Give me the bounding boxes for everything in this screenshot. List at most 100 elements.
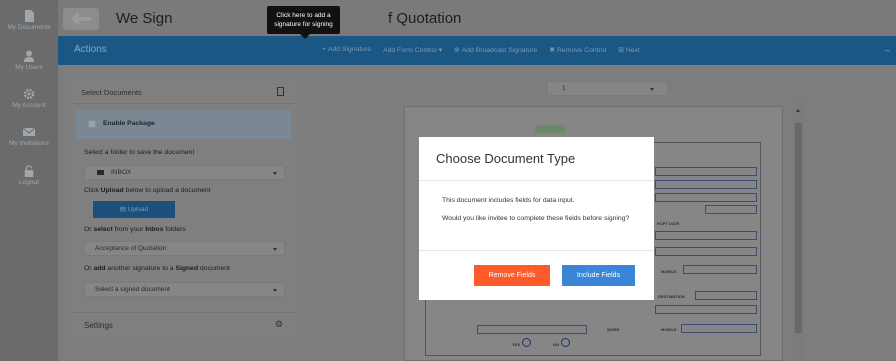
top-bar: We Sign Af Quotation: [58, 0, 896, 36]
action-label: Add Form Control ▾: [383, 47, 443, 54]
mobile2-field[interactable]: [681, 324, 757, 333]
nav-label: My Invitations: [9, 140, 49, 147]
mobile2-label: MOBILE: [661, 327, 677, 332]
next-button[interactable]: ⊞ Next: [618, 46, 640, 54]
include-fields-button[interactable]: Include Fields: [562, 265, 635, 286]
broadcast-icon: ⊕: [454, 47, 460, 54]
actions-title: Actions: [74, 44, 107, 55]
document-icon: [277, 87, 284, 96]
signed-document-placeholder: Select a signed document: [95, 286, 170, 293]
add-signature-tooltip: Click here to add a signature for signin…: [267, 6, 340, 39]
nav-item-my-users[interactable]: My Users: [0, 50, 58, 71]
envelope-icon: [23, 127, 35, 136]
document-icon: [25, 10, 34, 22]
remove-control-button[interactable]: ✖ Remove Control: [549, 46, 606, 54]
gear-icon: [23, 88, 35, 100]
document-title-suffix: f Quotation: [388, 10, 462, 27]
action-label: Add Broadcast Signature: [461, 47, 538, 54]
document-scrollbar[interactable]: [793, 101, 804, 361]
lock-icon: [24, 165, 34, 177]
folder-select[interactable]: INBOX: [84, 165, 285, 180]
form-field[interactable]: [655, 193, 757, 202]
nav-item-my-account[interactable]: My Account: [0, 88, 58, 109]
collapse-button[interactable]: –: [885, 45, 890, 55]
add-form-control-button[interactable]: Add Form Control ▾: [383, 46, 442, 54]
app-title: We Sign: [116, 10, 173, 27]
select-inbox-prompt: Or select from your Inbox folders: [84, 226, 186, 233]
panel-header[interactable]: Select Documents: [70, 79, 296, 104]
nav-label: My Documents: [7, 24, 51, 31]
yes-label: YES: [512, 342, 521, 347]
scrollbar-thumb[interactable]: [795, 123, 802, 333]
folder-icon: [97, 170, 104, 175]
chevron-down-icon: [650, 88, 654, 91]
action-bar: Actions + Add Signature Add Form Control …: [58, 36, 896, 65]
document-logo: [535, 125, 565, 133]
chevron-down-icon: [273, 289, 277, 292]
settings-title: Settings: [84, 321, 113, 330]
divider: [419, 250, 654, 251]
form-field[interactable]: [655, 247, 757, 256]
select-documents-panel: Select Documents Enable Package Select a…: [70, 79, 296, 338]
modal-message: This document includes fields for data i…: [442, 197, 575, 204]
form-field[interactable]: [655, 180, 757, 189]
nav-label: My Account: [12, 102, 46, 109]
scroll-up-icon[interactable]: [796, 109, 800, 112]
action-label: Add Signature: [327, 46, 372, 53]
upload-label: Upload: [127, 206, 149, 213]
destination-label: DESTINATION: [658, 294, 685, 299]
remove-fields-button[interactable]: Remove Fields: [474, 265, 550, 286]
nav-item-logout[interactable]: Logout: [0, 165, 58, 186]
nav-label: My Users: [15, 64, 43, 71]
form-field[interactable]: [705, 205, 757, 214]
cogs-icon: ⚙: [274, 319, 283, 329]
folder-prompt: Select a folder to save the document: [84, 149, 195, 156]
no-label: NO: [553, 342, 559, 347]
upload-button[interactable]: ▤ Upload: [93, 201, 175, 218]
left-nav: My Documents My Users My Account My Invi…: [0, 0, 58, 361]
next-icon: ⊞: [618, 47, 624, 54]
panel-title: Select Documents: [81, 88, 142, 97]
chevron-down-icon: [273, 172, 277, 175]
no-radio[interactable]: [561, 338, 570, 347]
close-icon: ✖: [549, 47, 555, 54]
form-field[interactable]: [477, 325, 587, 334]
mobile-field[interactable]: [683, 265, 757, 274]
receipt-date-label: RCPT DATE: [657, 221, 680, 226]
nav-item-my-invitations[interactable]: My Invitations: [0, 126, 58, 147]
add-signature-button[interactable]: + Add Signature: [322, 46, 371, 54]
form-field[interactable]: [655, 231, 757, 240]
enable-package-label: Enable Package: [103, 120, 155, 127]
chevron-down-icon: [273, 248, 277, 251]
nav-label: Logout: [19, 179, 39, 186]
actions-menu: + Add Signature Add Form Control ▾ ⊕ Add B…: [322, 46, 640, 54]
form-field[interactable]: [655, 305, 757, 314]
user-icon: [24, 50, 34, 62]
back-button[interactable]: [63, 8, 99, 30]
inbox-document-value: Acceptance of Quotation: [95, 245, 167, 252]
inbox-document-select[interactable]: Acceptance of Quotation: [84, 241, 285, 256]
action-label: Next: [625, 47, 640, 54]
arrow-left-icon: [71, 12, 91, 26]
work-label: WORK: [607, 327, 620, 332]
destination-field[interactable]: [695, 291, 757, 300]
folder-value: INBOX: [111, 169, 132, 176]
enable-package-row[interactable]: Enable Package: [76, 110, 291, 139]
plus-icon: +: [322, 46, 326, 53]
enable-package-checkbox[interactable]: [88, 120, 96, 128]
nav-item-my-documents[interactable]: My Documents: [0, 10, 58, 31]
choose-document-type-modal: Choose Document Type This document inclu…: [419, 137, 654, 300]
form-field[interactable]: [655, 167, 757, 176]
yes-radio[interactable]: [522, 338, 531, 347]
add-broadcast-signature-button[interactable]: ⊕ Add Broadcast Signature: [454, 46, 537, 54]
mobile-label: MOBILE: [661, 269, 677, 274]
settings-section[interactable]: Settings ⚙: [70, 312, 296, 338]
page-number: 1: [562, 85, 566, 92]
signed-document-prompt: Or add another signature to a Signed doc…: [84, 265, 230, 272]
page-select[interactable]: 1: [547, 81, 668, 96]
divider: [419, 180, 654, 181]
action-label: Remove Control: [557, 47, 607, 54]
signed-document-select[interactable]: Select a signed document: [84, 282, 285, 297]
modal-title: Choose Document Type: [436, 151, 576, 166]
upload-icon: ▤: [119, 206, 128, 213]
